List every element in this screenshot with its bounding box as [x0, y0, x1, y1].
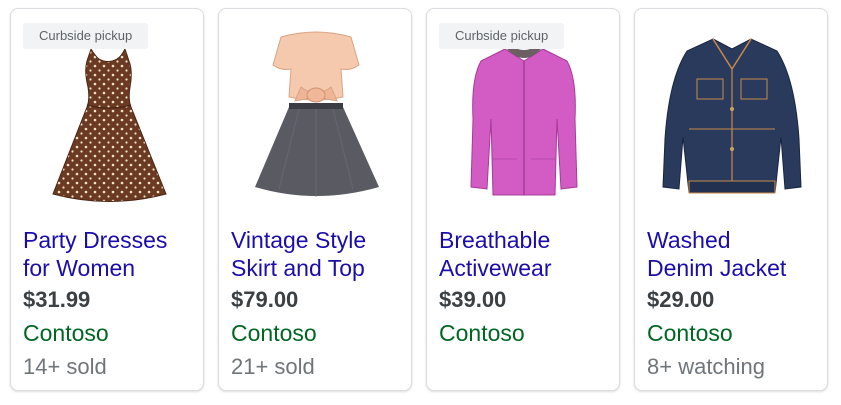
product-title-link[interactable]: Breathable Activewear [439, 226, 611, 282]
product-price: $29.00 [647, 287, 715, 312]
product-card[interactable]: Vintage Style Skirt and Top $79.00 Conto… [218, 8, 412, 391]
product-title-line: Washed [647, 227, 731, 253]
product-title-link[interactable]: Party Dresses for Women [23, 226, 195, 282]
skirt-top-illustration [255, 31, 379, 197]
product-carousel: Curbside pickup Party Dresses for Women … [0, 0, 841, 405]
sold-count: 21+ sold [231, 354, 315, 379]
product-title-line: Breathable [439, 227, 551, 253]
curbside-pickup-badge: Curbside pickup [439, 23, 565, 49]
product-title-line: Vintage Style [231, 227, 367, 253]
sold-count: 14+ sold [23, 354, 107, 379]
product-price: $39.00 [439, 287, 507, 312]
merchant-name: Contoso [439, 320, 525, 346]
product-image-denim-jacket[interactable] [635, 9, 827, 214]
product-price: $31.99 [23, 287, 91, 312]
merchant-name: Contoso [647, 320, 733, 346]
product-card[interactable]: Curbside pickup Party Dresses for Women … [10, 8, 204, 391]
product-title-link[interactable]: Washed Denim Jacket [647, 226, 819, 282]
product-price: $79.00 [231, 287, 299, 312]
product-card[interactable]: Curbside pickup Breathable Activewear $3… [426, 8, 620, 391]
product-title-link[interactable]: Vintage Style Skirt and Top [231, 226, 403, 282]
product-image-skirt-top[interactable] [219, 9, 411, 214]
curbside-pickup-badge: Curbside pickup [23, 23, 149, 49]
product-card[interactable]: Washed Denim Jacket $29.00 Contoso 8+ wa… [634, 8, 828, 391]
product-title-line: Party Dresses [23, 227, 168, 253]
denim-jacket-illustration [662, 38, 802, 194]
product-title-line: Activewear [439, 255, 552, 281]
merchant-name: Contoso [23, 320, 109, 346]
product-title-line: Skirt and Top [231, 255, 365, 281]
product-title-line: for Women [23, 255, 136, 281]
watching-count: 8+ watching [647, 354, 766, 379]
merchant-name: Contoso [231, 320, 317, 346]
product-title-line: Denim Jacket [647, 255, 787, 281]
